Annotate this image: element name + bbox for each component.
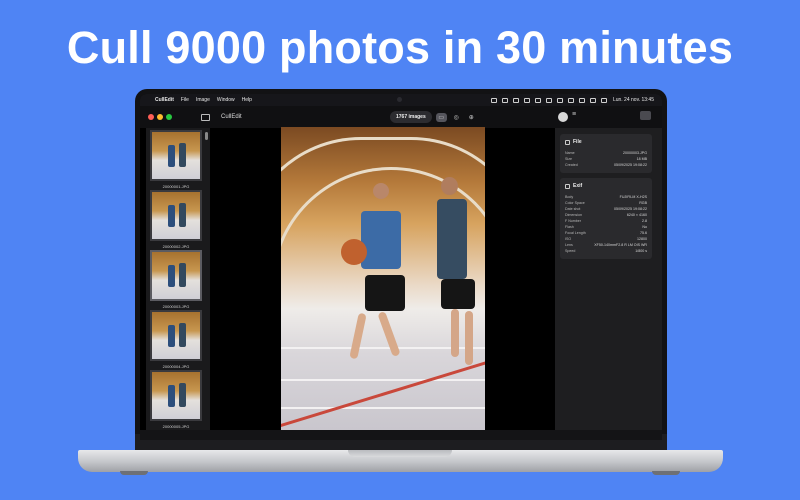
file-info-card: File Name 20000003.JPG Size 18 MB Created 0… (560, 134, 652, 173)
thumbnail-filename: 20000005.JPG (162, 424, 190, 429)
filmstrip-scrollbar[interactable] (205, 132, 208, 140)
search-icon[interactable] (589, 97, 596, 103)
wifi-icon[interactable] (567, 97, 574, 103)
thumbnail (150, 310, 202, 361)
info-row: Created 05/09/2025 19:08:22 (565, 162, 647, 168)
user-icon[interactable] (600, 97, 607, 103)
basketball (341, 239, 367, 265)
menu-help[interactable]: Help (242, 97, 252, 103)
inspector-toggle-icon[interactable] (640, 111, 651, 120)
close-window-button[interactable] (148, 114, 154, 120)
thumbnail-filename: 20000001.JPG (162, 184, 190, 189)
thumbnail (150, 190, 202, 241)
status-icon[interactable] (512, 97, 519, 103)
sidebar-toggle-icon[interactable] (201, 113, 210, 121)
view-controls: 1767 images ▭ ◎ ⊕ (390, 111, 477, 123)
status-area: Lun. 24 nov. 13:45 (486, 97, 654, 103)
player-shorts (365, 275, 405, 311)
info-label: Created (565, 163, 578, 167)
status-icon[interactable] (534, 97, 541, 103)
thumbnail-image (152, 252, 200, 299)
player-leg (451, 309, 459, 357)
window-title: CullEdit (221, 114, 242, 120)
thumbnail-filename: 20000002.JPG (162, 244, 190, 249)
file-card-title: File (565, 139, 647, 145)
thumbnail-filename: 20000004.JPG (162, 364, 190, 369)
menu-clock[interactable]: Lun. 24 nov. 13:45 (613, 97, 654, 103)
thumbnail (150, 250, 202, 301)
laptop-foot (120, 471, 148, 475)
thumbnail-image (152, 312, 200, 359)
player-leg (465, 311, 473, 365)
filmstrip-item-selected[interactable]: 20000003.JPG (150, 250, 202, 309)
status-icon[interactable] (556, 97, 563, 103)
thumbnail (150, 130, 202, 181)
compare-icon[interactable]: ⊕ (466, 113, 477, 122)
filmstrip-item[interactable]: 20000002.JPG (150, 190, 202, 249)
main-photo[interactable] (281, 127, 485, 430)
exif-card-label: Exif (573, 183, 583, 189)
menu-image[interactable]: Image (196, 97, 210, 103)
thumbnail-image (152, 132, 200, 179)
filmstrip-item[interactable]: 20000004.JPG (150, 310, 202, 369)
file-icon (565, 139, 570, 145)
status-icon[interactable] (501, 97, 508, 103)
player-jersey (437, 199, 467, 279)
inspector-panel: File Name 20000003.JPG Size 18 MB Created 0… (555, 128, 662, 430)
filmstrip-item[interactable]: 20000001.JPG (150, 130, 202, 189)
info-value: 05/09/2025 19:08:22 (614, 163, 647, 167)
single-view-icon[interactable]: ▭ (435, 112, 447, 122)
player-head (373, 183, 389, 199)
thumbnail-image (152, 192, 200, 239)
info-row: Speed 1/800 s (565, 248, 647, 254)
control-center-icon[interactable] (578, 97, 585, 103)
zoom-window-button[interactable] (166, 114, 172, 120)
laptop-opening-notch (348, 450, 452, 457)
menu-window[interactable]: Window (217, 97, 235, 103)
list-icon[interactable]: ≡ (572, 111, 576, 118)
status-icon[interactable] (523, 97, 530, 103)
status-icon[interactable] (545, 97, 552, 103)
filmstrip: 20000001.JPG 20000002.JPG 20000003.JPG 2… (146, 128, 210, 430)
player-leg (377, 311, 401, 357)
floor-line (281, 407, 485, 409)
laptop-foot (652, 471, 680, 475)
headline: Cull 9000 photos in 30 minutes (66, 22, 734, 73)
floor-line (281, 379, 485, 381)
laptop-screen: CullEdit File Image Window Help Lun. 24 … (140, 94, 662, 440)
minimize-window-button[interactable] (157, 114, 163, 120)
camera-icon (565, 183, 570, 189)
window-bottom-edge (140, 430, 662, 440)
exif-info-card: Exif Body FUJIFILM X-H2S Color Space RGB D… (560, 178, 652, 259)
info-label: Speed (565, 249, 576, 253)
filmstrip-item[interactable]: 20000005.JPG (150, 370, 202, 429)
player-head (441, 177, 458, 195)
exif-card-title: Exif (565, 183, 647, 189)
thumbnail-filename: 20000003.JPG (162, 304, 190, 309)
menu-file[interactable]: File (181, 97, 189, 103)
file-card-label: File (573, 139, 582, 145)
info-icon[interactable] (558, 112, 568, 122)
player-shorts (441, 279, 475, 309)
menu-app-name[interactable]: CullEdit (155, 97, 174, 103)
camera-notch (397, 97, 402, 102)
player-leg (349, 312, 367, 360)
thumbnail (150, 370, 202, 421)
window-toolbar: CullEdit 1767 images ▭ ◎ ⊕ ≡ (140, 106, 662, 128)
player-jersey (361, 211, 401, 269)
check-icon[interactable]: ◎ (451, 113, 462, 122)
image-count-badge: 1767 images (390, 111, 432, 123)
thumbnail-image (152, 372, 200, 419)
status-icon[interactable] (490, 97, 497, 103)
info-value: 1/800 s (635, 249, 647, 253)
floor-red-line (281, 359, 485, 430)
